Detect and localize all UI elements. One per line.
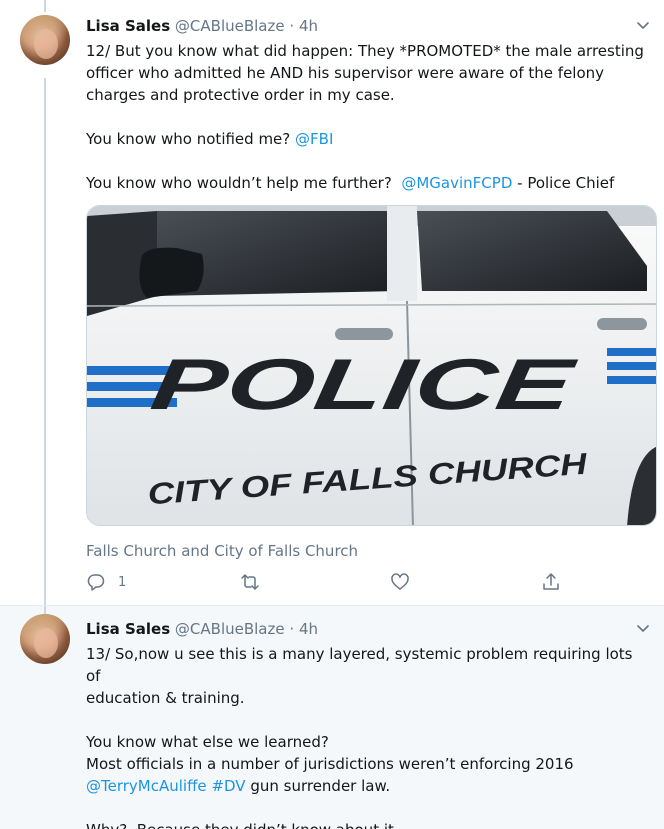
separator: · — [289, 17, 295, 35]
avatar[interactable] — [20, 15, 70, 65]
like-icon — [391, 573, 409, 590]
user-handle[interactable]: @CABlueBlaze — [175, 17, 285, 35]
tweet-text-line: 13/ So,now u see this is a many layered,… — [86, 645, 638, 685]
tweet-location[interactable]: Falls Church and City of Falls Church — [86, 541, 358, 561]
caret-down-icon[interactable] — [636, 621, 650, 635]
like-button[interactable] — [390, 571, 422, 593]
display-name[interactable]: Lisa Sales — [86, 17, 170, 35]
mention-link[interactable]: @TerryMcAuliffe — [86, 777, 207, 795]
avatar[interactable] — [20, 614, 70, 664]
tweet-header: Lisa Sales @CABlueBlaze · 4h — [86, 17, 318, 35]
separator: · — [289, 620, 295, 638]
tweet-text-line: You know who wouldn’t help me further? — [86, 174, 402, 192]
tweet-text: 13/ So,now u see this is a many layered,… — [86, 643, 646, 829]
mention-link[interactable]: @FBI — [295, 130, 333, 148]
tweet-text-line: officer who admitted he AND his supervis… — [86, 64, 605, 82]
tweet-photo[interactable]: POLICE CITY OF FALLS CHURCH — [86, 205, 657, 526]
tweet-text-line: You know what else we learned? — [86, 733, 329, 751]
thread-connector — [44, 0, 46, 12]
hashtag-link[interactable]: #DV — [211, 777, 245, 795]
reply-count: 1 — [118, 574, 127, 590]
caret-down-icon[interactable] — [636, 18, 650, 32]
mention-link[interactable]: @MGavinFCPD — [401, 174, 512, 192]
police-car-image: POLICE CITY OF FALLS CHURCH — [87, 206, 656, 525]
tweet-2[interactable]: Lisa Sales @CABlueBlaze · 4h 13/ So,now … — [0, 605, 664, 829]
tweet-header: Lisa Sales @CABlueBlaze · 4h — [86, 620, 318, 638]
share-button[interactable] — [541, 571, 561, 593]
tweet-text: 12/ But you know what did happen: They *… — [86, 40, 646, 194]
tweet-text-line: 12/ But you know what did happen: They *… — [86, 42, 644, 60]
reply-icon — [87, 574, 105, 591]
reply-button[interactable]: 1 — [86, 571, 126, 593]
display-name[interactable]: Lisa Sales — [86, 620, 170, 638]
tweet-text-line: - Police Chief — [512, 174, 615, 192]
tweet-text-line: charges and protective order in my case. — [86, 86, 395, 104]
tweet-text-line: gun surrender law. — [245, 777, 391, 795]
share-icon — [543, 573, 559, 590]
tweet-text-line: Most officials in a number of jurisdicti… — [86, 755, 574, 773]
user-handle[interactable]: @CABlueBlaze — [175, 620, 285, 638]
retweet-icon — [241, 574, 259, 590]
timestamp[interactable]: 4h — [299, 17, 318, 35]
retweet-button[interactable] — [240, 571, 272, 593]
thread-connector — [44, 78, 46, 605]
thread-connector — [44, 606, 46, 614]
tweet-text-line: You know who notified me? — [86, 130, 296, 148]
police-lettering: POLICE — [146, 345, 581, 425]
timestamp[interactable]: 4h — [299, 620, 318, 638]
tweet-text-line: Why? Because they didn’t know about it. — [86, 821, 399, 829]
tweet-1[interactable]: Lisa Sales @CABlueBlaze · 4h 12/ But you… — [0, 0, 664, 605]
tweet-actions: 1 — [86, 571, 566, 593]
tweet-text-line: education & training. — [86, 689, 245, 707]
